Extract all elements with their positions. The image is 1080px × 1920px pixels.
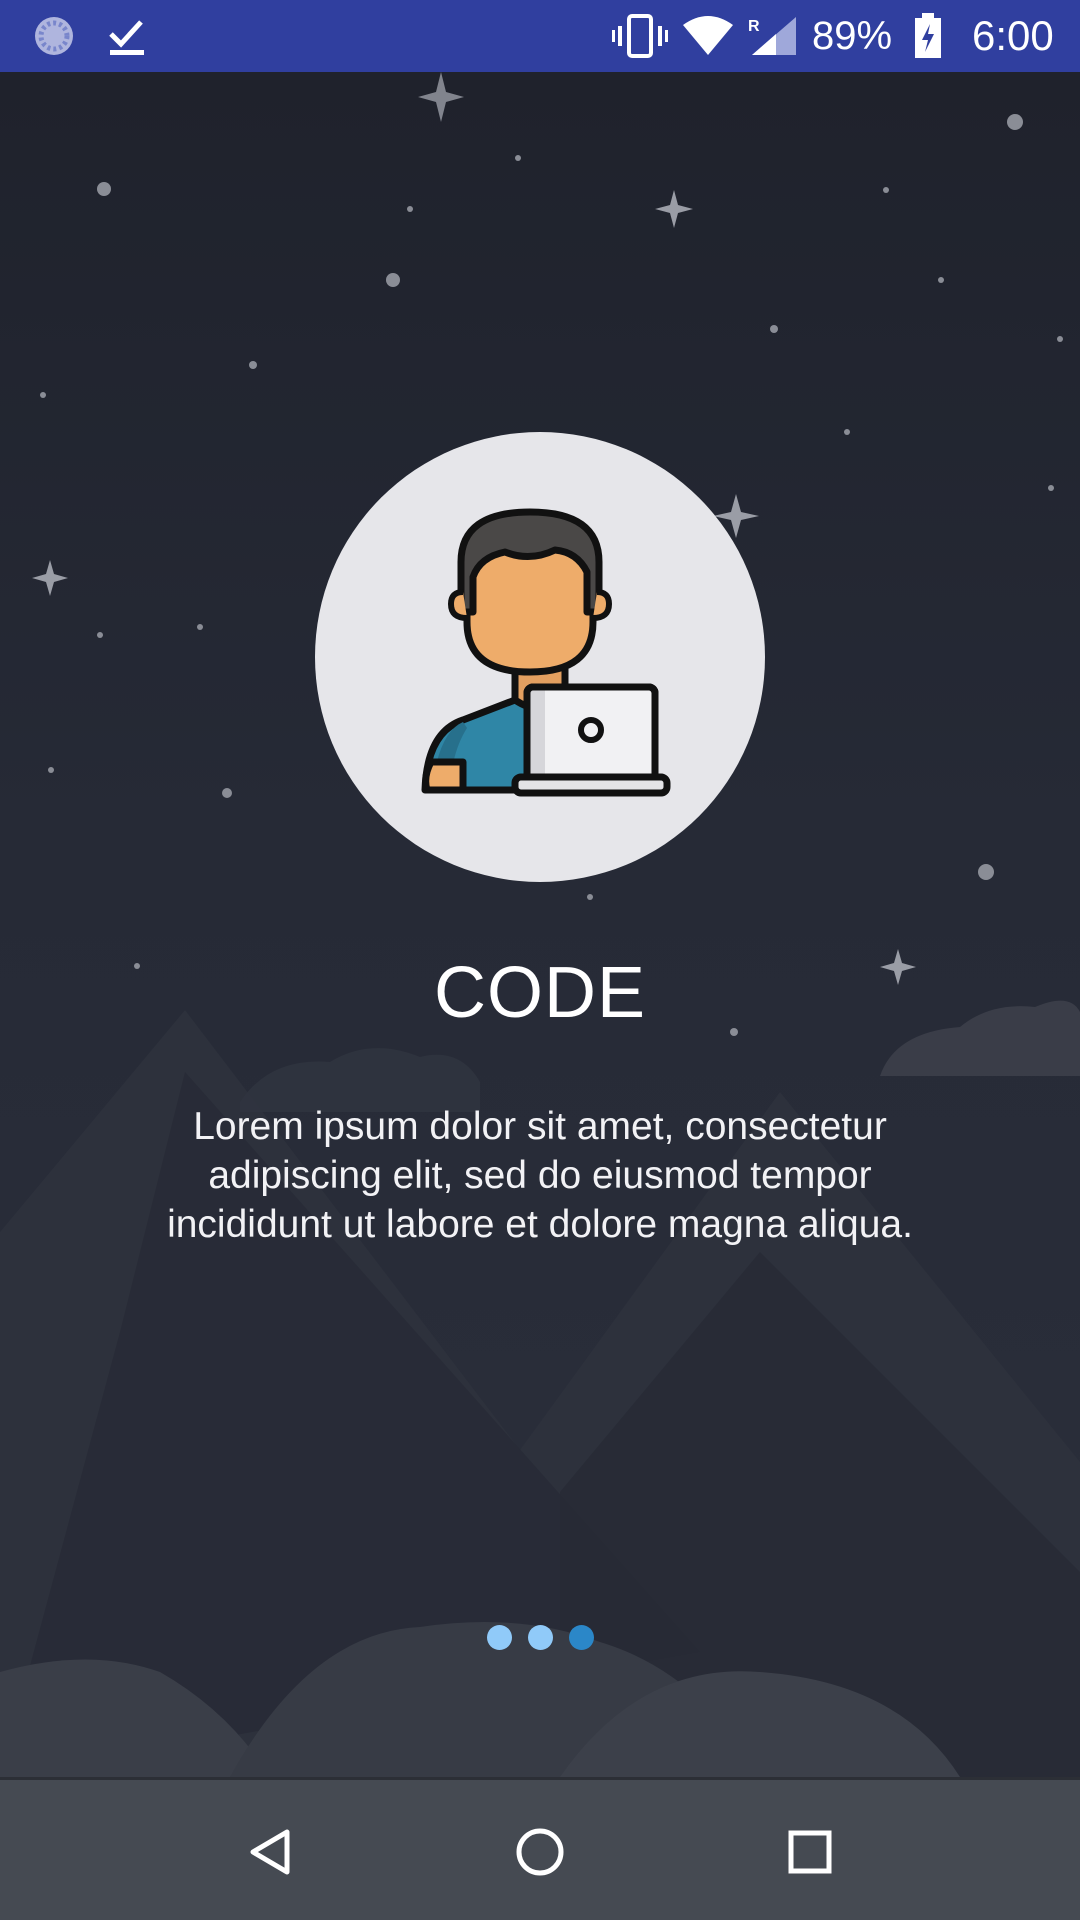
clock: 6:00 [972, 12, 1054, 59]
slide-title: CODE [433, 953, 647, 1033]
home-icon [516, 1828, 564, 1875]
back-button[interactable] [210, 1780, 330, 1920]
slide-description: Lorem ipsum dolor sit amet, consectetur … [167, 1105, 913, 1246]
wifi-icon [680, 0, 736, 72]
onboarding-slide[interactable]: CODE Lorem ipsum dolor sit amet, consect… [0, 72, 1080, 1777]
signal-icon: R [744, 0, 804, 72]
illustration-circle [315, 432, 765, 882]
navigation-bar [0, 1777, 1080, 1920]
page-dot-3-active[interactable] [568, 1625, 594, 1650]
home-button[interactable] [480, 1780, 600, 1920]
recents-icon [788, 1830, 832, 1873]
night-sky-background [0, 72, 1080, 1777]
page-indicator[interactable] [0, 1625, 1080, 1655]
status-bar: R 89% 6:00 [0, 0, 1080, 72]
back-icon [250, 1829, 290, 1874]
svg-text:R: R [748, 18, 760, 35]
loading-icon [28, 0, 80, 72]
battery-charging-icon [910, 0, 946, 72]
vibrate-icon [610, 0, 670, 72]
recents-button[interactable] [750, 1780, 870, 1920]
developer-laptop-icon [421, 508, 671, 797]
checkmark-icon [104, 0, 150, 72]
battery-percent: 89% [812, 14, 893, 58]
page-dot-2[interactable] [527, 1625, 553, 1650]
page-dot-1[interactable] [486, 1625, 512, 1650]
